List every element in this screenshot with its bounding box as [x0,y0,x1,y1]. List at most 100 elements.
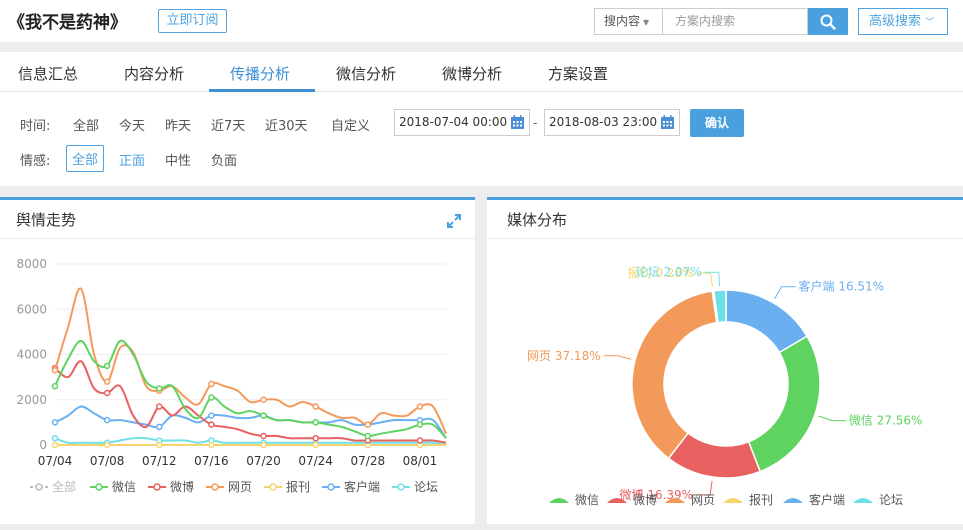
series-point-微信 [312,419,319,426]
series-point-微信 [416,421,424,428]
legend-marker [95,483,103,491]
series-point-报刊 [103,441,111,449]
legend-label: 微信 [575,493,599,507]
expand-icon[interactable] [447,214,461,228]
time-option-30days[interactable]: 近30天 [265,115,308,134]
time-option-custom[interactable]: 自定义 [331,115,370,134]
time-option-yesterday[interactable]: 昨天 [165,115,191,134]
slice-leader-line [818,415,846,422]
series-point-微信 [364,432,372,440]
trend-title: 舆情走势 [16,211,77,229]
series-point-客户端 [156,423,163,431]
search-button[interactable] [808,8,848,35]
legend-marker [327,483,335,491]
time-option-7days[interactable]: 近7天 [211,115,245,134]
legend-label: 微博 [170,479,194,494]
search-box: 搜内容 ▼ 方案内搜索 [594,8,848,35]
series-point-微信 [260,412,267,419]
legend-label: 报刊 [286,479,310,494]
legend-label: 论坛 [414,480,438,494]
legend-item-报刊: 报刊 [264,479,310,494]
legend-label: 客户端 [344,479,380,494]
legend-swatch [783,498,803,503]
legend-marker [211,483,219,491]
date-from-value: 2018-07-04 00:00 [399,115,508,129]
filter-panel: 时间: 全部 今天 昨天 近7天 近30天 自定义 2018-07-04 00:… [0,92,963,186]
series-point-微博 [103,389,111,397]
series-point-网页 [312,403,319,410]
search-type-select[interactable]: 搜内容 ▼ [594,8,663,35]
tab-content-analysis[interactable]: 内容分析 [124,63,184,84]
x-tick-label: 08/01 [403,454,438,468]
time-option-today[interactable]: 今天 [119,115,145,134]
legend-marker [397,483,405,491]
legend-swatch [723,498,743,503]
series-point-微信 [208,394,215,401]
panel-divider [0,238,475,239]
tab-bar: 信息汇总 内容分析 传播分析 微信分析 微博分析 方案设置 [0,52,963,92]
trend-line-chart: 0 2000 4000 6000 8000 07/04 07/08 07/12 07/16 07/… [16,257,447,494]
series-point-客户端 [51,419,59,426]
trend-panel: 舆情走势 0 2000 4000 6000 8000 07/04 07/08 07/12 07/… [0,197,475,524]
legend-item-客户端: 客户端 [783,492,845,507]
legend-marker [269,483,277,491]
sentiment-option-neutral[interactable]: 中性 [165,150,191,169]
legend-label: 网页 [691,493,715,507]
sentiment-option-negative[interactable]: 负面 [211,150,237,169]
panel-divider [487,238,963,239]
slice-leader-line [603,355,632,360]
x-tick-label: 07/20 [246,454,281,468]
legend-swatch [549,498,569,503]
calendar-icon[interactable] [510,115,525,130]
tab-spread-analysis[interactable]: 传播分析 [230,63,290,84]
legend-marker [153,483,161,491]
legend-label: 网页 [228,480,252,494]
series-point-报刊 [260,441,267,449]
search-input[interactable]: 方案内搜索 [663,8,808,35]
sentiment-label: 情感: [20,154,51,169]
series-point-网页 [51,367,59,374]
x-tick-label: 07/24 [298,454,333,468]
x-tick-label: 07/08 [90,454,125,468]
subscribe-button[interactable]: 立即订阅 [158,9,227,33]
x-tick-label: 07/04 [38,454,73,468]
sentiment-option-positive[interactable]: 正面 [119,150,145,169]
tab-summary[interactable]: 信息汇总 [18,63,78,84]
date-from-input[interactable]: 2018-07-04 00:00 [394,109,530,136]
series-point-网页 [416,403,424,410]
series-line-微信 [54,339,447,439]
caret-down-icon: ▼ [643,18,650,27]
top-bar: 《我不是药神》 立即订阅 搜内容 ▼ 方案内搜索 高级搜索 ﹀ [0,0,963,42]
calendar-icon[interactable] [660,115,675,130]
media-donut-chart: 客户端 16.51%微信 27.56%微博 16.39%网页 37.18%报刊 … [527,265,923,507]
slice-label: 微信 27.56% [849,414,923,428]
series-point-微博 [208,421,215,428]
x-tick-label: 07/28 [351,454,386,468]
confirm-button[interactable]: 确认 [690,109,744,137]
series-point-微博 [260,432,267,440]
time-option-all[interactable]: 全部 [73,115,99,134]
chevron-down-icon: ﹀ [925,18,935,28]
series-point-网页 [103,378,111,385]
slice-label: 客户端 16.51% [799,279,885,294]
tab-weibo-analysis[interactable]: 微博分析 [442,63,502,84]
series-point-客户端 [208,412,215,419]
slice-leader-line [774,286,796,300]
legend-item-客户端: 客户端 [322,479,380,494]
sentiment-option-all[interactable]: 全部 [66,145,105,172]
series-point-论坛 [51,434,59,442]
y-tick-label: 0 [39,438,47,452]
tab-plan-settings[interactable]: 方案设置 [548,63,608,84]
slice-label: 论坛 2.07% [636,265,702,279]
media-title: 媒体分布 [507,211,568,229]
y-tick-label: 6000 [16,302,47,316]
advanced-search-button[interactable]: 高级搜索 ﹀ [858,8,948,35]
donut-slice-网页 [631,290,718,460]
date-separator: - [533,116,538,130]
time-label: 时间: [20,119,51,134]
legend-item-论坛: 论坛 [392,480,438,494]
y-tick-label: 4000 [16,348,47,362]
tab-weixin-analysis[interactable]: 微信分析 [336,63,396,84]
date-to-input[interactable]: 2018-08-03 23:00 [544,109,680,136]
series-point-报刊 [51,441,59,449]
